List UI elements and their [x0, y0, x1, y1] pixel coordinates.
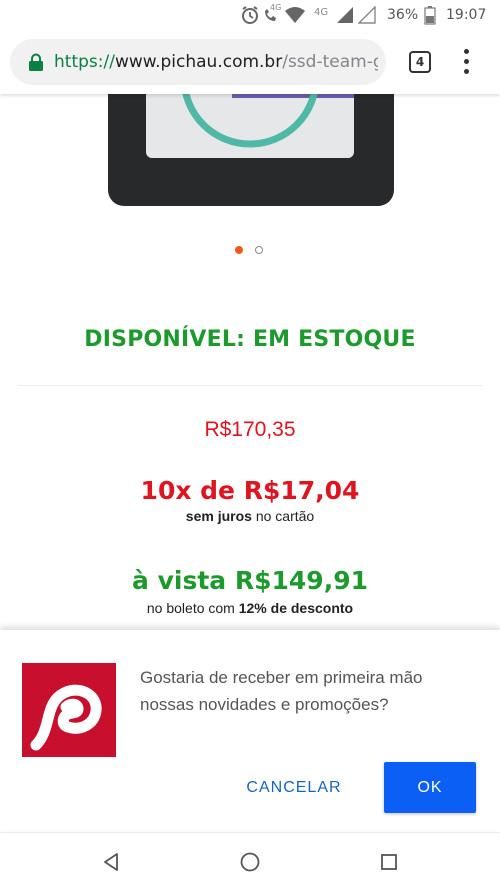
alarm-icon [240, 5, 260, 25]
cash-note-bold: 12% de desconto [238, 600, 354, 616]
installment-price: 10x de R$17,04 [140, 476, 360, 505]
network-label-volte: 4G [270, 3, 282, 12]
cancel-button[interactable]: CANCELAR [236, 763, 352, 813]
url-text[interactable]: https://www.pichau.com.br/ssd-team-group… [54, 52, 378, 72]
carousel-indicator [235, 246, 275, 256]
availability-status: DISPONÍVEL: EM ESTOQUE [84, 327, 416, 352]
cash-note-prefix: no boleto com [146, 600, 239, 616]
signal-empty-icon [358, 5, 376, 25]
prompt-message: Gostaria de receber em primeira mão noss… [140, 668, 423, 714]
overflow-menu-icon[interactable] [457, 49, 477, 75]
carousel-dot-active[interactable] [235, 246, 243, 254]
installment-note-bold: sem juros [185, 508, 252, 524]
battery-icon [424, 5, 436, 25]
system-nav-bar [0, 832, 500, 889]
browser-toolbar: https://www.pichau.com.br/ssd-team-group… [0, 30, 500, 94]
carousel-dot[interactable] [255, 246, 263, 254]
address-bar[interactable]: https://www.pichau.com.br/ssd-team-group… [10, 39, 386, 85]
network-label-4g: 4G [314, 6, 329, 18]
lock-icon [28, 53, 44, 75]
pichau-logo [22, 663, 116, 757]
volte-call-icon: 4G [262, 3, 282, 25]
url-domain: www.pichau.com.br [114, 52, 283, 72]
recents-icon[interactable] [378, 851, 400, 873]
divider [18, 385, 482, 386]
battery-text: 36% [387, 7, 419, 23]
price-original: R$170,35 [204, 418, 296, 441]
tabs-icon[interactable]: 4 [409, 51, 431, 73]
installment-note: sem juros no cartão [0, 508, 500, 524]
home-icon[interactable] [239, 851, 261, 873]
back-icon[interactable] [100, 851, 122, 873]
clock: 19:07 [446, 7, 487, 23]
url-path: /ssd-team-group-l [282, 52, 378, 72]
installment-note-rest: no cartão [251, 508, 315, 524]
status-bar: 4G 4G 36% 19:07 [0, 0, 500, 30]
cash-price: à vista R$149,91 [132, 566, 368, 595]
url-scheme: https:// [54, 52, 115, 72]
notification-prompt: Gostaria de receber em primeira mão noss… [0, 630, 500, 830]
wifi-icon [284, 5, 306, 25]
ok-button[interactable]: OK [384, 762, 476, 813]
cash-note: no boleto com 12% de desconto [0, 600, 500, 616]
signal-icon [336, 5, 354, 25]
